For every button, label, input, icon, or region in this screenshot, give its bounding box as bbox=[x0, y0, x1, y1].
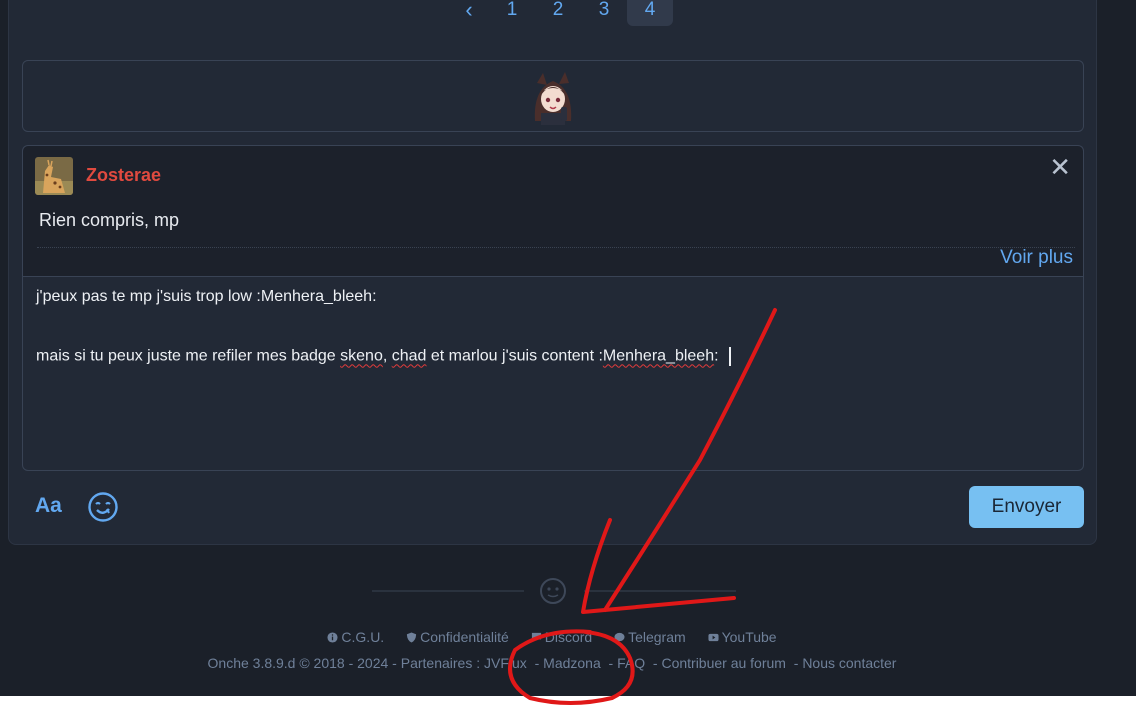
misspelled-word: chad bbox=[391, 347, 427, 365]
shield-icon bbox=[407, 632, 417, 643]
text-caret bbox=[729, 347, 731, 366]
send-button[interactable]: Envoyer bbox=[969, 486, 1084, 528]
editor-text: : bbox=[714, 347, 723, 365]
contact-link[interactable]: Nous contacter bbox=[802, 655, 896, 671]
footer-link-telegram[interactable]: Telegram bbox=[614, 629, 686, 645]
footer-link-youtube[interactable]: YouTube bbox=[708, 629, 777, 645]
voir-plus-link[interactable]: Voir plus bbox=[1000, 247, 1073, 269]
chevron-left-icon[interactable]: ‹ bbox=[449, 0, 489, 26]
editor-text: , bbox=[382, 347, 392, 365]
page-4-link-current[interactable]: 4 bbox=[627, 0, 673, 26]
sticker-preview-box bbox=[22, 60, 1084, 132]
pagination: ‹ 1 2 3 4 bbox=[449, 0, 673, 26]
quote-divider bbox=[37, 247, 1075, 248]
footer-link-privacy[interactable]: Confidentialité bbox=[406, 629, 509, 645]
editor-text: mais si tu peux juste me refiler mes bad… bbox=[36, 347, 341, 365]
editor-text: et marlou j'suis content : bbox=[426, 347, 603, 365]
editor-line-1: j'peux pas te mp j'suis trop low :Menher… bbox=[36, 288, 377, 305]
youtube-icon bbox=[708, 633, 719, 642]
page-2-link[interactable]: 2 bbox=[535, 0, 581, 26]
info-icon bbox=[327, 632, 338, 643]
version-text: Onche 3.8.9.d © 2018 - 2024 bbox=[207, 655, 389, 671]
partners-label: Partenaires : bbox=[400, 655, 481, 671]
faq-link[interactable]: FAQ bbox=[617, 655, 645, 671]
text-format-button[interactable]: Aa bbox=[35, 494, 62, 518]
footer-divider bbox=[372, 578, 736, 604]
misspelled-word: skeno bbox=[340, 347, 383, 365]
chat-icon bbox=[531, 632, 541, 643]
page-bottom-strip bbox=[0, 696, 1136, 709]
footer-links: C.G.U. Confidentialité Discord Telegram … bbox=[0, 629, 1104, 645]
quote-author-name[interactable]: Zosterae bbox=[86, 165, 161, 186]
smiley-icon[interactable] bbox=[87, 491, 119, 523]
message-editor[interactable]: j'peux pas te mp j'suis trop low :Menher… bbox=[22, 276, 1084, 471]
page-3-link[interactable]: 3 bbox=[581, 0, 627, 26]
avatar bbox=[35, 157, 73, 195]
quote-text: Rien compris, mp bbox=[39, 210, 180, 230]
menhera-sticker bbox=[534, 72, 572, 125]
quoted-message: Zosterae ✕ Rien compris, mp Voir plus bbox=[22, 145, 1084, 277]
page-1-link[interactable]: 1 bbox=[489, 0, 535, 26]
footer-link-cgu[interactable]: C.G.U. bbox=[327, 629, 384, 645]
footer-meta: Onche 3.8.9.d © 2018 - 2024 - Partenaire… bbox=[207, 655, 897, 671]
onche-logo-icon bbox=[540, 578, 566, 604]
footer-link-discord[interactable]: Discord bbox=[531, 629, 592, 645]
telegram-icon bbox=[614, 632, 625, 643]
close-icon[interactable]: ✕ bbox=[1049, 154, 1071, 180]
partner-link-jvflux[interactable]: JVFlux bbox=[484, 655, 527, 671]
editor-line-2: mais si tu peux juste me refiler mes bad… bbox=[36, 347, 731, 366]
contribute-link[interactable]: Contribuer au forum bbox=[661, 655, 786, 671]
misspelled-word: Menhera_bleeh bbox=[602, 347, 715, 365]
partner-link-madzona[interactable]: Madzona bbox=[543, 655, 601, 671]
